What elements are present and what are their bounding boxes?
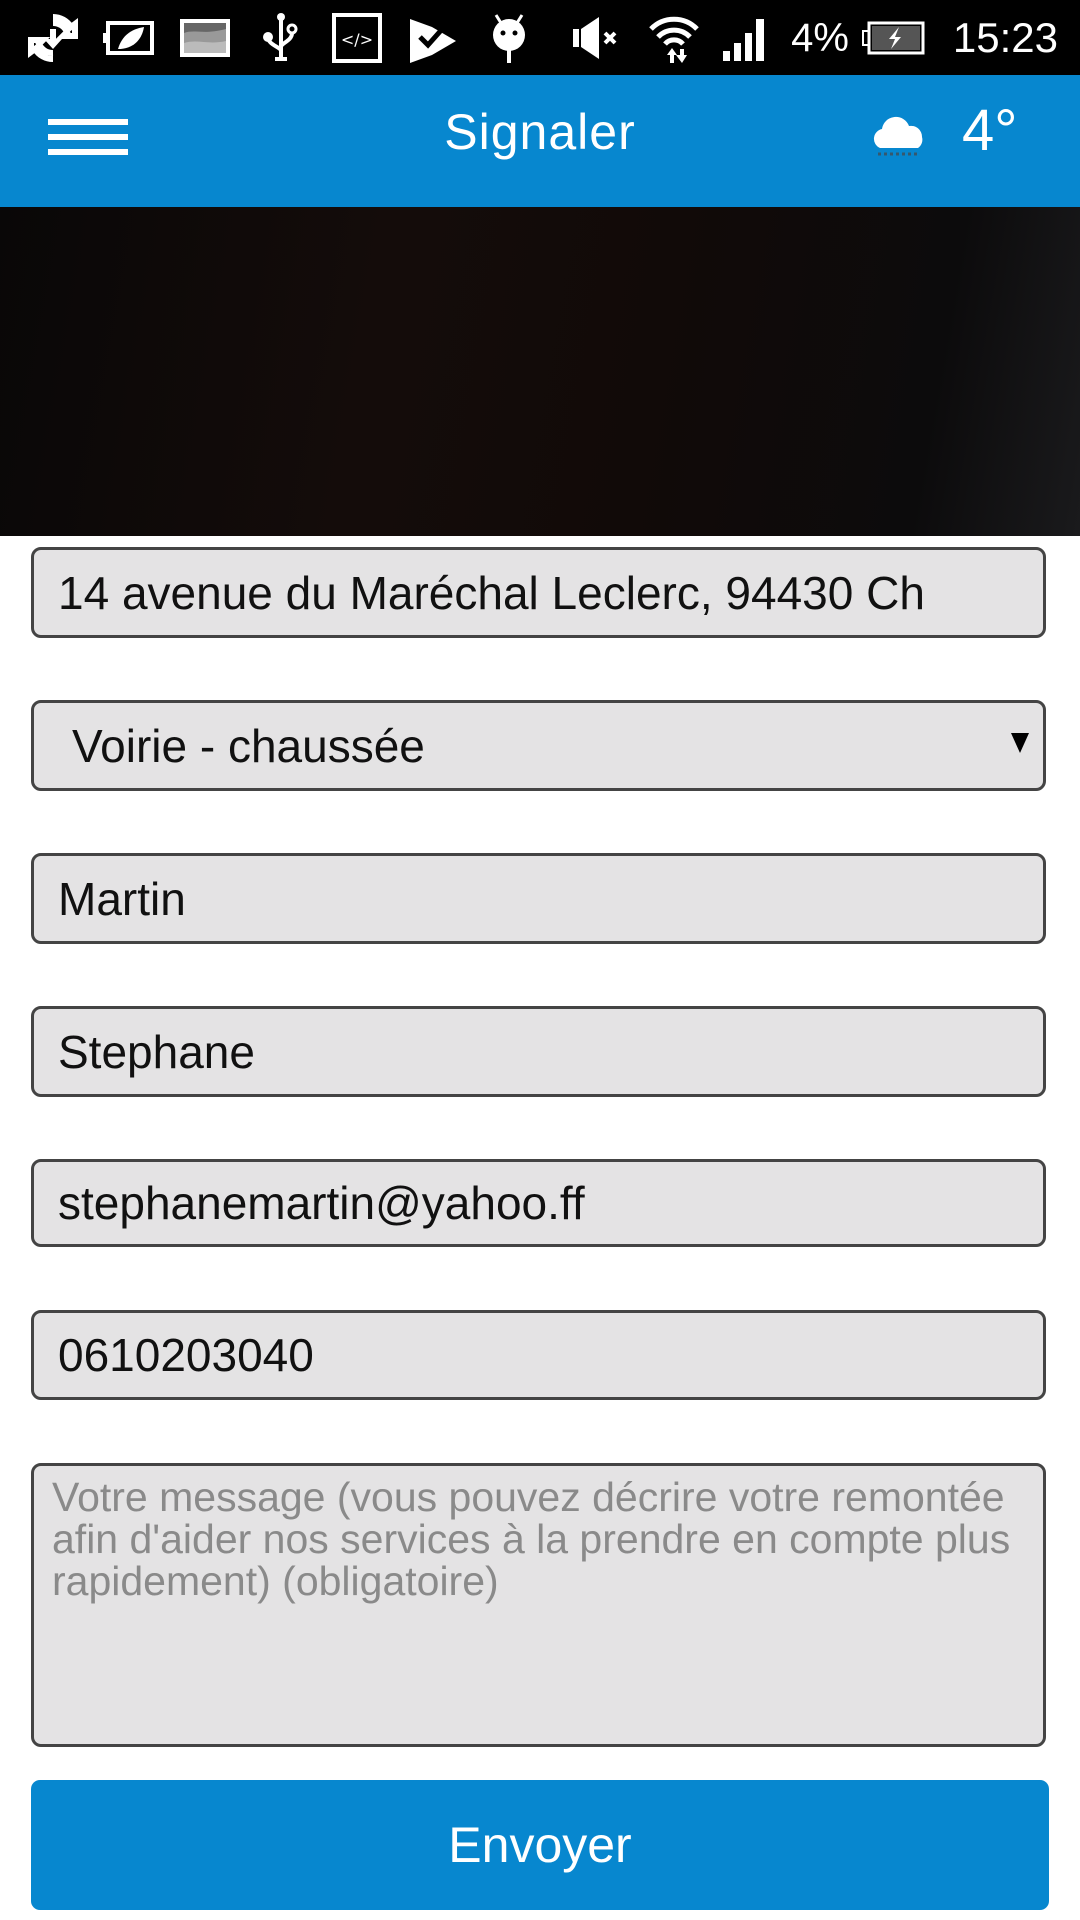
address-field[interactable]: 14 avenue du Maréchal Leclerc, 94430 Ch [31,547,1046,638]
category-select[interactable]: Voirie - chaussée [31,700,1046,791]
email-field[interactable]: stephanemartin@yahoo.ff [31,1159,1046,1247]
signal-bars-icon [719,11,773,65]
phone-value: 0610203040 [58,1329,314,1381]
chevron-down-icon [1011,733,1029,753]
message-textarea[interactable]: Votre message (vous pouvez décrire votre… [31,1463,1046,1747]
phone-field[interactable]: 0610203040 [31,1310,1046,1400]
battery-charging-icon [861,11,927,65]
temperature: 4° [962,98,1018,163]
notification-icons: </> [26,8,536,68]
wifi-data-icon [647,11,701,65]
task-check-icon [406,11,460,65]
developer-code-icon: </> [330,11,384,65]
status-bar: </> 4% 15:23 [0,0,1080,75]
category-value: Voirie - chaussée [72,719,425,772]
email-value: stephanemartin@yahoo.ff [58,1177,585,1229]
volume-muted-icon [571,11,625,65]
message-placeholder: Votre message (vous pouvez décrire votre… [52,1474,1011,1604]
last-name-field[interactable]: Martin [31,853,1046,944]
clock: 15:23 [952,14,1058,61]
app-bar: Signaler 4° [0,75,1080,207]
first-name-value: Stephane [58,1025,255,1078]
sync-download-icon [26,11,80,65]
last-name-value: Martin [58,872,186,925]
gallery-image-icon [178,11,232,65]
first-name-field[interactable]: Stephane [31,1006,1046,1097]
battery-percent: 4% [791,15,849,60]
submit-button[interactable]: Envoyer [31,1780,1049,1910]
android-debug-icon [482,11,536,65]
usb-icon [254,11,308,65]
svg-text:</>: </> [341,30,373,49]
report-photo[interactable] [0,207,1080,536]
system-status: 4% 15:23 [571,8,1058,68]
battery-saver-leaf-icon [102,11,156,65]
address-value: 14 avenue du Maréchal Leclerc, 94430 Ch [58,566,925,619]
cloud-rain-icon [868,110,930,170]
